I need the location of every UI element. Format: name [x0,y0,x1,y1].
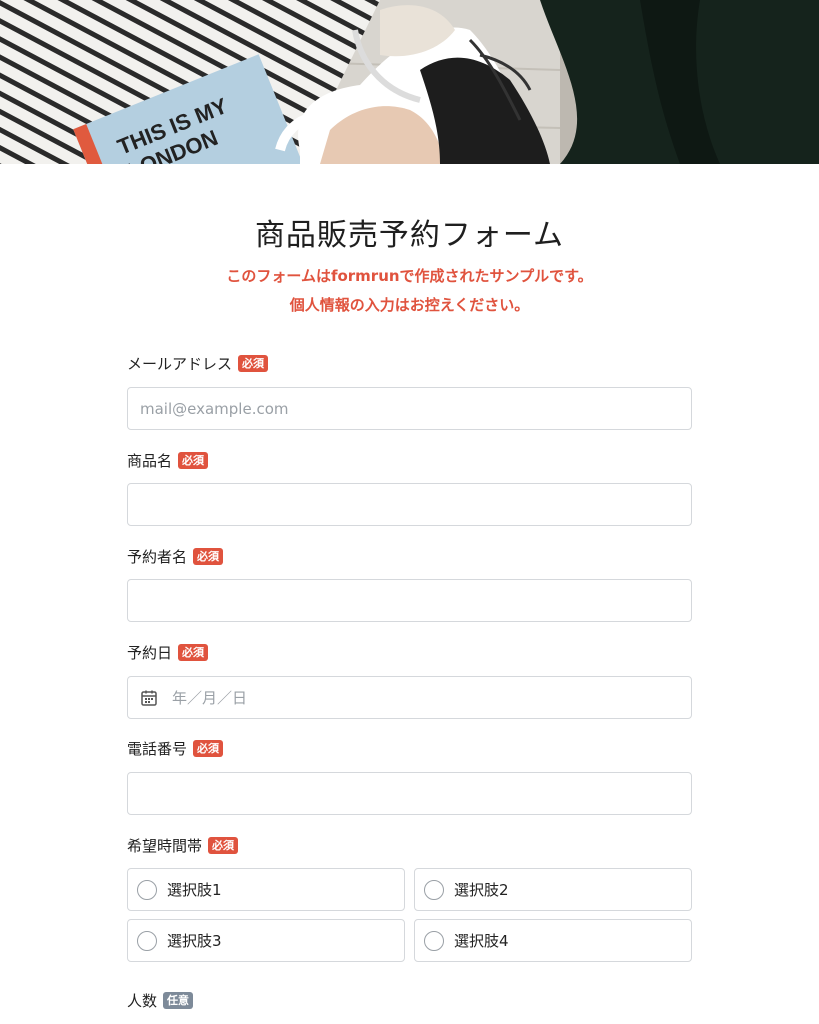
required-badge: 必須 [238,354,269,372]
email-label: メールアドレス 必須 [127,352,269,374]
radio-circle[interactable] [137,879,157,900]
required-badge: 必須 [208,836,239,854]
required-badge: 必須 [193,739,224,757]
timeslot-option-2[interactable]: 選択肢2 [414,868,692,911]
product-field[interactable] [127,483,692,526]
date-label: 予約日 必須 [127,641,209,663]
people-label-text: 人数 [127,991,158,1010]
header-image: THIS IS MY LONDON [0,0,819,164]
optional-badge: 任意 [163,991,194,1009]
radio-circle[interactable] [424,879,444,900]
timeslot-option-1[interactable]: 選択肢1 [127,868,405,911]
people-label: 人数 任意 [127,989,194,1011]
timeslot-option-4[interactable]: 選択肢4 [414,919,692,962]
timeslot-label: 希望時間帯 必須 [127,834,239,856]
email-field[interactable] [127,387,692,430]
timeslot-option-label: 選択肢1 [167,881,222,899]
phone-label-text: 電話番号 [127,739,188,758]
product-label: 商品名 必須 [127,449,209,471]
name-label: 予約者名 必須 [127,545,224,567]
date-placeholder: 年／月／日 [172,689,248,707]
form-title: 商品販売予約フォーム [254,218,565,253]
phone-field[interactable] [127,772,692,815]
product-input[interactable] [140,495,679,514]
timeslot-label-text: 希望時間帯 [127,836,203,855]
phone-input[interactable] [140,784,679,803]
sample-notice: このフォームはformrunで作成されたサンプルです。 [226,267,593,285]
name-input[interactable] [140,591,679,610]
header-photo-illustration: THIS IS MY LONDON [0,0,819,164]
required-badge: 必須 [193,547,224,565]
privacy-notice: 個人情報の入力はお控えください。 [289,296,530,314]
timeslot-option-3[interactable]: 選択肢3 [127,919,405,962]
radio-circle[interactable] [137,930,157,951]
date-field[interactable]: 年／月／日 [127,676,692,719]
radio-circle[interactable] [424,930,444,951]
name-label-text: 予約者名 [127,547,188,566]
timeslot-option-label: 選択肢4 [454,932,509,950]
email-input[interactable] [140,399,679,418]
email-label-text: メールアドレス [127,354,233,373]
timeslot-option-label: 選択肢3 [167,932,222,950]
product-label-text: 商品名 [127,451,173,470]
required-badge: 必須 [178,643,209,661]
required-badge: 必須 [178,451,209,469]
phone-label: 電話番号 必須 [127,737,224,759]
name-field[interactable] [127,579,692,622]
calendar-icon[interactable] [140,689,158,707]
timeslot-option-label: 選択肢2 [454,881,509,899]
date-label-text: 予約日 [127,643,173,662]
